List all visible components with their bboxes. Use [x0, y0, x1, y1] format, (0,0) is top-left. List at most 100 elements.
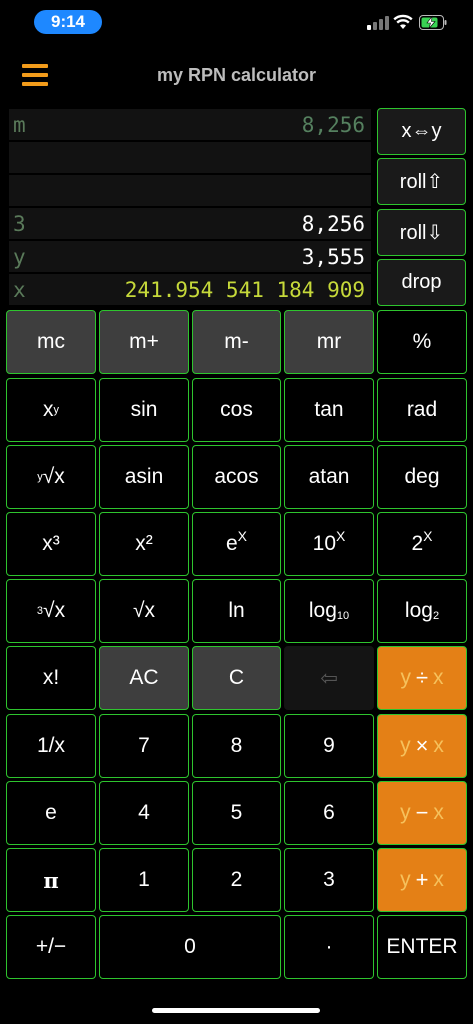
key-root: √x: [43, 599, 66, 622]
stack-row-x: x 241.954 541 184 909: [9, 274, 371, 305]
stack-value: 3,555: [301, 245, 365, 269]
reciprocal-button[interactable]: 1/x: [6, 714, 96, 778]
digit-4-button[interactable]: 4: [99, 781, 189, 845]
stack-row-empty: [9, 175, 371, 206]
minus-icon: −: [415, 800, 429, 825]
sin-button[interactable]: sin: [99, 378, 189, 442]
cellular-signal-icon: [367, 16, 389, 30]
change-sign-button[interactable]: +/−: [6, 915, 96, 979]
cube-button[interactable]: x³: [6, 512, 96, 576]
stack-row-empty: [9, 142, 371, 173]
stack-row-3: 3 8,256: [9, 208, 371, 239]
stack-value: 241.954 541 184 909: [124, 278, 365, 302]
rad-button[interactable]: rad: [377, 378, 467, 442]
stack-label: y: [13, 245, 26, 269]
cos-button[interactable]: cos: [192, 378, 281, 442]
divide-button[interactable]: y ÷ x: [377, 646, 467, 710]
stack-row-y: y 3,555: [9, 241, 371, 272]
ln-button[interactable]: ln: [192, 579, 281, 643]
multiply-icon: ×: [415, 733, 429, 758]
key-exponent: y: [53, 404, 60, 416]
power-ten-button[interactable]: 10 X: [284, 512, 374, 576]
decimal-point-button[interactable]: ·: [284, 915, 374, 979]
key-base: log: [308, 599, 337, 622]
subtract-button[interactable]: y − x: [377, 781, 467, 845]
status-time: 9:14: [34, 10, 102, 34]
digit-0-button[interactable]: 0: [99, 915, 281, 979]
digit-8-button[interactable]: 8: [192, 714, 281, 778]
multiply-button[interactable]: y × x: [377, 714, 467, 778]
swap-xy-button[interactable]: x⇔y: [377, 108, 466, 155]
operand-y: y: [400, 666, 411, 689]
app-header: my RPN calculator: [0, 56, 473, 96]
status-bar: 9:14: [0, 0, 473, 44]
percent-button[interactable]: %: [377, 310, 467, 374]
battery-charging-icon: [419, 15, 447, 30]
key-base: 2: [411, 532, 424, 555]
stack-label: 3: [13, 212, 26, 236]
pi-button[interactable]: π: [6, 848, 96, 912]
key-subscript: 10: [336, 610, 350, 622]
power-two-button[interactable]: 2X: [377, 512, 467, 576]
home-indicator[interactable]: [152, 1008, 320, 1013]
digit-5-button[interactable]: 5: [192, 781, 281, 845]
stack-label: m: [13, 113, 26, 137]
memory-add-button[interactable]: m+: [99, 310, 189, 374]
key-base: 10: [312, 532, 336, 555]
digit-2-button[interactable]: 2: [192, 848, 281, 912]
key-base: x: [43, 398, 54, 421]
digit-1-button[interactable]: 1: [99, 848, 189, 912]
cube-root-button[interactable]: 3 √x: [6, 579, 96, 643]
exp-e-button[interactable]: eX: [192, 512, 281, 576]
all-clear-button[interactable]: AC: [99, 646, 189, 710]
square-button[interactable]: x²: [99, 512, 189, 576]
memory-clear-button[interactable]: mc: [6, 310, 96, 374]
plus-icon: +: [415, 867, 429, 892]
stack-value: 8,256: [301, 113, 365, 137]
key-exponent: X: [423, 528, 433, 544]
enter-button[interactable]: ENTER: [377, 915, 467, 979]
divide-icon: ÷: [415, 665, 429, 690]
digit-6-button[interactable]: 6: [284, 781, 374, 845]
key-exponent: X: [237, 528, 248, 544]
operand-x: x: [433, 734, 444, 757]
backspace-button[interactable]: ⇦: [284, 646, 374, 710]
digit-9-button[interactable]: 9: [284, 714, 374, 778]
deg-button[interactable]: deg: [377, 445, 467, 509]
operand-x: x: [433, 801, 444, 824]
euler-constant-button[interactable]: e: [6, 781, 96, 845]
power-xy-button[interactable]: xy: [6, 378, 96, 442]
log10-button[interactable]: log 10: [284, 579, 374, 643]
key-base: log: [404, 599, 433, 622]
key-base: e: [225, 532, 238, 555]
factorial-button[interactable]: x!: [6, 646, 96, 710]
page-title: my RPN calculator: [156, 65, 317, 85]
tan-button[interactable]: tan: [284, 378, 374, 442]
key-exponent: X: [336, 528, 346, 544]
acos-button[interactable]: acos: [192, 445, 281, 509]
memory-subtract-button[interactable]: m-: [192, 310, 281, 374]
stack-value: 8,256: [301, 212, 365, 236]
digit-3-button[interactable]: 3: [284, 848, 374, 912]
operand-y: y: [400, 801, 411, 824]
key-root: √x: [42, 465, 65, 488]
stack-row-memory: m 8,256: [9, 109, 371, 140]
digit-7-button[interactable]: 7: [99, 714, 189, 778]
roll-up-button[interactable]: roll⇧: [377, 158, 466, 205]
drop-button[interactable]: drop: [377, 259, 466, 306]
operand-x: x: [433, 868, 444, 891]
clear-button[interactable]: C: [192, 646, 281, 710]
y-root-button[interactable]: y √x: [6, 445, 96, 509]
stack-label: x: [13, 278, 26, 302]
stack-display: m 8,256 3 8,256 y 3,555 x 241.954 541 18…: [9, 109, 371, 307]
add-button[interactable]: y + x: [377, 848, 467, 912]
square-root-button[interactable]: √x: [99, 579, 189, 643]
asin-button[interactable]: asin: [99, 445, 189, 509]
memory-recall-button[interactable]: mr: [284, 310, 374, 374]
atan-button[interactable]: atan: [284, 445, 374, 509]
log2-button[interactable]: log 2: [377, 579, 467, 643]
roll-down-button[interactable]: roll⇩: [377, 209, 466, 256]
operand-y: y: [400, 868, 411, 891]
operand-y: y: [400, 734, 411, 757]
operand-x: x: [433, 666, 444, 689]
